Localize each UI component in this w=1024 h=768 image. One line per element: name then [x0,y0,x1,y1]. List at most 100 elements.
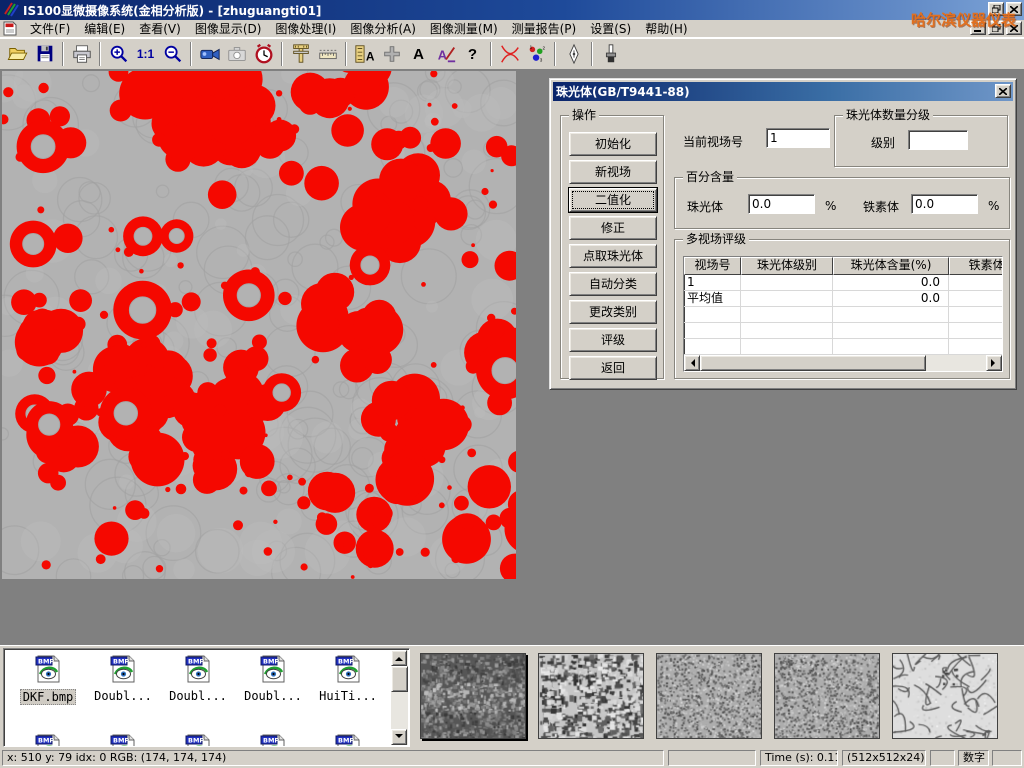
thumbnail-3[interactable] [656,653,762,739]
file-item[interactable]: BMP [162,733,234,747]
col-pearlite-grade[interactable]: 珠光体级别 [741,257,833,275]
curve-tool-button[interactable] [496,41,523,68]
scroll-left-button[interactable] [684,355,700,371]
scroll-up-button[interactable] [391,650,407,666]
col-field-no[interactable]: 视场号 [684,257,741,275]
pearlite-percent-input[interactable] [748,194,815,214]
scroll-thumb[interactable] [700,355,926,371]
operation-group: 操作 初始化 新视场 二值化 修正 点取珠光体 自动分类 更改类别 评级 返回 [560,115,664,379]
svg-text:BMP: BMP [188,658,204,666]
dialog-close-button[interactable] [995,84,1011,98]
zoom-actual-button[interactable]: 1:1 [132,41,159,68]
table-row[interactable]: 1 0.0 [684,275,1002,291]
col-ferrite-pct[interactable]: 铁素体含量(%) [949,257,1003,275]
auto-classify-button[interactable]: 自动分类 [569,272,657,296]
menu-bar: 文件(F) 编辑(E) 查看(V) 图像显示(D) 图像处理(I) 图像分析(A… [0,20,1024,38]
scroll-down-button[interactable] [391,729,407,745]
fill-brush-button[interactable] [597,41,624,68]
binarize-button[interactable]: 二值化 [569,188,657,212]
file-name[interactable]: Doubl... [167,689,229,703]
micrograph-image[interactable] [2,71,516,579]
file-name[interactable]: DKF.bmp [20,689,77,705]
caliper-button[interactable] [287,41,314,68]
init-button[interactable]: 初始化 [569,132,657,156]
menu-help[interactable]: 帮助(H) [638,19,694,38]
menu-measure-report[interactable]: 测量报告(P) [505,19,584,38]
one-to-one-label: 1:1 [137,47,154,61]
file-item[interactable]: BMP Doubl... [237,654,309,703]
correct-button[interactable]: 修正 [569,216,657,240]
scroll-thumb[interactable] [391,666,408,692]
menu-image-analysis[interactable]: 图像分析(A) [343,19,423,38]
ruler-button[interactable] [314,41,341,68]
cell: 0.0 [833,275,949,290]
file-item[interactable]: BMP [12,733,84,747]
timer-clock-button[interactable] [250,41,277,68]
print-button[interactable] [68,41,95,68]
menu-edit[interactable]: 编辑(E) [77,19,132,38]
rating-table[interactable]: 视场号 珠光体级别 珠光体含量(%) 铁素体含量(%) 1 0.0 平均值 [683,256,1003,372]
file-item[interactable]: BMP Doubl... [162,654,234,703]
table-row[interactable]: 平均值 0.0 [684,291,1002,307]
video-capture-button[interactable] [196,41,223,68]
current-field-input[interactable] [766,128,830,148]
ferrite-percent-input[interactable] [911,194,978,214]
rate-button[interactable]: 评级 [569,328,657,352]
file-item[interactable]: BMP Doubl... [87,654,159,703]
toolbar-separator [190,42,192,66]
menu-file[interactable]: 文件(F) [23,19,77,38]
file-item[interactable]: BMP [312,733,384,747]
text-annotation-button[interactable]: A [405,41,432,68]
menu-view[interactable]: 查看(V) [132,19,188,38]
file-name[interactable]: Doubl... [92,689,154,703]
col-pearlite-pct[interactable]: 珠光体含量(%) [833,257,949,275]
current-field-label: 当前视场号 [683,133,743,150]
document-icon[interactable] [3,21,19,36]
thumbnail-2[interactable] [538,653,644,739]
measure-text-button[interactable]: A [351,41,378,68]
return-button[interactable]: 返回 [569,356,657,380]
menu-image-display[interactable]: 图像显示(D) [188,19,269,38]
dialog-title-bar[interactable]: 珠光体(GB/T9441-88) [553,82,1013,101]
file-panel: BMP DKF.bmp BMP Doubl... BMP [0,645,1024,748]
file-name[interactable]: HuiTi... [317,689,379,703]
menu-image-process[interactable]: 图像处理(I) [268,19,343,38]
operation-group-label: 操作 [569,108,599,122]
table-row[interactable] [684,339,1002,355]
pearlite-dialog: 珠光体(GB/T9441-88) 操作 初始化 新视场 二值化 修正 点取珠光体… [549,78,1017,390]
text-edit-button[interactable]: A [432,41,459,68]
pen-tool-button[interactable] [560,41,587,68]
file-item[interactable]: BMP HuiTi... [312,654,384,703]
table-row[interactable] [684,307,1002,323]
zoom-out-button[interactable] [159,41,186,68]
thumbnail-1[interactable] [420,653,526,739]
cell: 平均值 [684,291,741,306]
camera-button[interactable] [223,41,250,68]
save-button[interactable] [31,41,58,68]
open-file-button[interactable] [4,41,31,68]
zoom-in-button[interactable] [105,41,132,68]
thumbnail-4[interactable] [774,653,880,739]
menu-image-measure[interactable]: 图像测量(M) [423,19,505,38]
table-hscrollbar[interactable] [684,355,1002,371]
table-row[interactable] [684,323,1002,339]
file-item[interactable]: BMP [237,733,309,747]
pick-pearlite-button[interactable]: 点取珠光体 [569,244,657,268]
scroll-right-button[interactable] [986,355,1002,371]
move-cross-button[interactable] [378,41,405,68]
grade-input[interactable] [908,130,968,150]
menu-settings[interactable]: 设置(S) [583,19,638,38]
file-name[interactable]: Doubl... [242,689,304,703]
svg-text:3: 3 [539,57,542,62]
phase-classify-button[interactable]: 123 [523,41,550,68]
file-item[interactable]: BMP [87,733,159,747]
status-empty-3 [992,750,1022,766]
new-field-button[interactable]: 新视场 [569,160,657,184]
help-button[interactable]: ? [459,41,486,68]
thumbnail-5[interactable] [892,653,998,739]
toolbar-separator [62,42,64,66]
file-listbox[interactable]: BMP DKF.bmp BMP Doubl... BMP [3,648,410,747]
file-item[interactable]: BMP DKF.bmp [12,654,84,705]
change-class-button[interactable]: 更改类别 [569,300,657,324]
file-list-scrollbar[interactable] [391,650,408,745]
